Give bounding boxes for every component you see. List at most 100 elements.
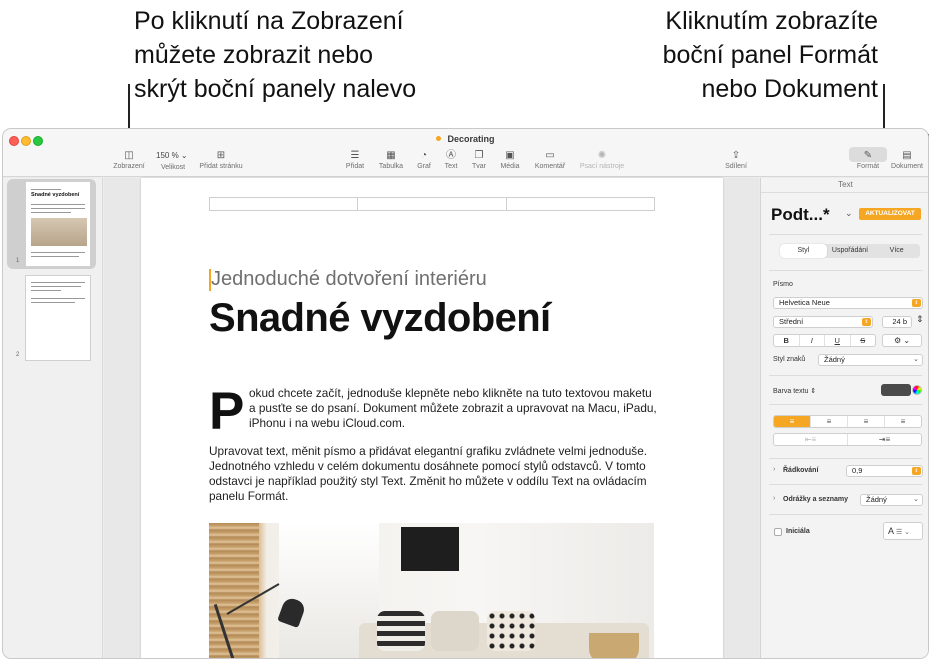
callout-format-sidebar: Kliknutím zobrazíte boční panel Formát n… — [662, 7, 878, 103]
chevron-down-icon: ⌄ — [913, 356, 919, 363]
pages-window: Decorating ◫ Zobrazení 150 % ⌄ Velikost … — [2, 128, 929, 659]
updown-arrows-icon: ⇕ — [912, 299, 921, 307]
tab-style[interactable]: Styl — [780, 244, 827, 258]
share-icon: ⇪ — [731, 150, 741, 161]
font-family-popup[interactable]: Helvetica Neue ⇕ — [773, 297, 923, 309]
document-button[interactable]: ▤ Dokument — [889, 149, 925, 170]
page-thumbnail-1[interactable]: Snadné vyzdobení — [25, 181, 91, 267]
header-placeholder[interactable] — [209, 197, 655, 211]
text-box-icon: Ⓐ — [446, 150, 456, 161]
underline-button[interactable]: U — [825, 335, 851, 346]
document-page[interactable]: Jednoduché dotvoření interiéru Snadné vy… — [141, 178, 723, 658]
add-page-button[interactable]: ⊞ Přidat stránku — [197, 149, 245, 170]
italic-button[interactable]: I — [800, 335, 825, 346]
increase-indent-icon[interactable]: ⇥≡ — [848, 434, 921, 445]
media-button[interactable]: ▣ Média — [498, 149, 522, 170]
page-thumbnail-2[interactable] — [25, 275, 91, 361]
view-button[interactable]: ◫ Zobrazení — [111, 149, 147, 170]
char-style-popup[interactable]: Žádný ⌄ — [818, 354, 923, 366]
decrease-indent-icon[interactable]: ⇤≡ — [774, 434, 848, 445]
updown-arrows-icon: ⇕ — [912, 467, 921, 475]
body-paragraph-1[interactable]: okud chcete začít, jednoduše klepněte ne… — [249, 386, 659, 431]
align-right-icon[interactable]: ≡ — [848, 416, 885, 427]
table-icon: ▦ — [386, 150, 396, 161]
chevron-down-icon[interactable]: ⌄ — [845, 208, 853, 219]
text-color-label[interactable]: Barva textu ⇕ — [773, 387, 816, 395]
font-size-field[interactable]: 24 b — [882, 316, 912, 328]
justify-icon[interactable]: ≡ — [885, 416, 921, 427]
interior-photo[interactable] — [209, 523, 654, 658]
text-color-well[interactable] — [881, 384, 911, 396]
thumbnail-image — [31, 218, 87, 246]
tab-more[interactable]: Více — [873, 244, 920, 258]
zoom-label: Velikost — [161, 164, 186, 171]
document-icon: ▤ — [902, 150, 912, 161]
writing-tools-icon: ✺ — [597, 150, 607, 161]
inspector-header: Text — [838, 180, 853, 189]
sidebar-icon: ◫ — [124, 150, 134, 161]
chevron-down-icon: ⌄ — [913, 496, 919, 503]
format-button[interactable]: ✎ Formát — [851, 149, 885, 170]
updown-arrows-icon: ⇕ — [862, 318, 871, 326]
insert-button[interactable]: ☰ Přidat — [342, 149, 368, 170]
chevron-right-icon[interactable]: › — [773, 495, 775, 502]
gear-icon: ⚙ ⌄ — [893, 336, 911, 345]
drop-cap-checkbox[interactable] — [774, 528, 782, 536]
line-spacing-popup[interactable]: 0,9 ⇕ — [846, 465, 923, 477]
page-number-2: 2 — [16, 352, 20, 358]
paintbrush-icon: ✎ — [863, 150, 873, 161]
chevron-right-icon[interactable]: › — [773, 466, 775, 473]
page-thumbnails-sidebar: Snadné vyzdobení 1 2 — [3, 178, 103, 658]
font-style-buttons: B I U S — [773, 334, 876, 347]
callout-leader-right — [883, 84, 885, 134]
add-page-icon: ⊞ — [216, 150, 226, 161]
inspector-tabs: Styl Uspořádání Více — [780, 244, 920, 258]
char-style-label: Styl znaků — [773, 356, 806, 363]
indent-buttons: ⇤≡ ⇥≡ — [773, 433, 922, 446]
comment-icon: ▭ — [545, 150, 555, 161]
edited-dot-icon — [436, 136, 442, 141]
drop-cap-label: Iniciála — [786, 528, 810, 535]
bullets-popup[interactable]: Žádný ⌄ — [860, 494, 923, 506]
bold-button[interactable]: B — [774, 335, 800, 346]
shape-icon: ❐ — [474, 150, 484, 161]
chart-icon: ◔ — [420, 150, 428, 161]
zoom-popup[interactable]: 150 % ⌄ — [156, 151, 188, 160]
format-inspector: Text Podt...* ⌄ AKTUALIZOVAT Styl Uspořá… — [760, 178, 928, 658]
text-button[interactable]: Ⓐ Text — [441, 149, 461, 170]
writing-tools-button[interactable]: ✺ Psací nástroje — [577, 149, 627, 170]
document-canvas: Jednoduché dotvoření interiéru Snadné vy… — [104, 178, 759, 658]
lines-icon: ☰ ⌄ — [894, 529, 911, 536]
drop-cap[interactable]: P — [209, 385, 244, 438]
paragraph-style-name[interactable]: Podt...* — [771, 205, 830, 225]
font-size-stepper[interactable]: ⇕ — [916, 314, 924, 325]
document-headline[interactable]: Snadné vyzdobení — [209, 296, 551, 341]
font-weight-popup[interactable]: Střední ⇕ — [773, 316, 873, 328]
insert-icon: ☰ — [350, 150, 360, 161]
line-spacing-label[interactable]: Řádkování — [783, 467, 818, 474]
strikethrough-button[interactable]: S — [851, 335, 876, 346]
chart-button[interactable]: ◔ Graf — [414, 149, 434, 170]
align-left-icon[interactable]: ≡ — [774, 416, 811, 427]
update-style-button[interactable]: AKTUALIZOVAT — [859, 208, 921, 220]
body-paragraph-2[interactable]: Upravovat text, měnit písmo a přidávat e… — [209, 444, 649, 504]
font-section-label: Písmo — [773, 281, 793, 288]
tab-layout[interactable]: Uspořádání — [827, 244, 874, 258]
drop-cap-style-popup[interactable]: A ☰ ⌄ — [883, 522, 923, 540]
alignment-buttons: ≡ ≡ ≡ ≡ — [773, 415, 922, 428]
table-button[interactable]: ▦ Tabulka — [376, 149, 406, 170]
document-subtitle[interactable]: Jednoduché dotvoření interiéru — [211, 268, 487, 291]
page-number-1: 1 — [16, 258, 20, 264]
toolbar: Decorating ◫ Zobrazení 150 % ⌄ Velikost … — [3, 129, 928, 177]
color-wheel-icon[interactable] — [912, 385, 922, 395]
window-title: Decorating — [3, 134, 928, 144]
shape-button[interactable]: ❐ Tvar — [469, 149, 489, 170]
chevron-down-icon: ⌄ — [180, 151, 188, 160]
share-button[interactable]: ⇪ Sdílení — [723, 149, 749, 170]
advanced-font-options-button[interactable]: ⚙ ⌄ — [882, 334, 922, 347]
comment-button[interactable]: ▭ Komentář — [532, 149, 568, 170]
align-center-icon[interactable]: ≡ — [811, 416, 848, 427]
updown-arrows-icon: ⇕ — [810, 388, 817, 395]
bullets-lists-label[interactable]: Odrážky a seznamy — [783, 496, 848, 503]
photo-icon: ▣ — [505, 150, 515, 161]
